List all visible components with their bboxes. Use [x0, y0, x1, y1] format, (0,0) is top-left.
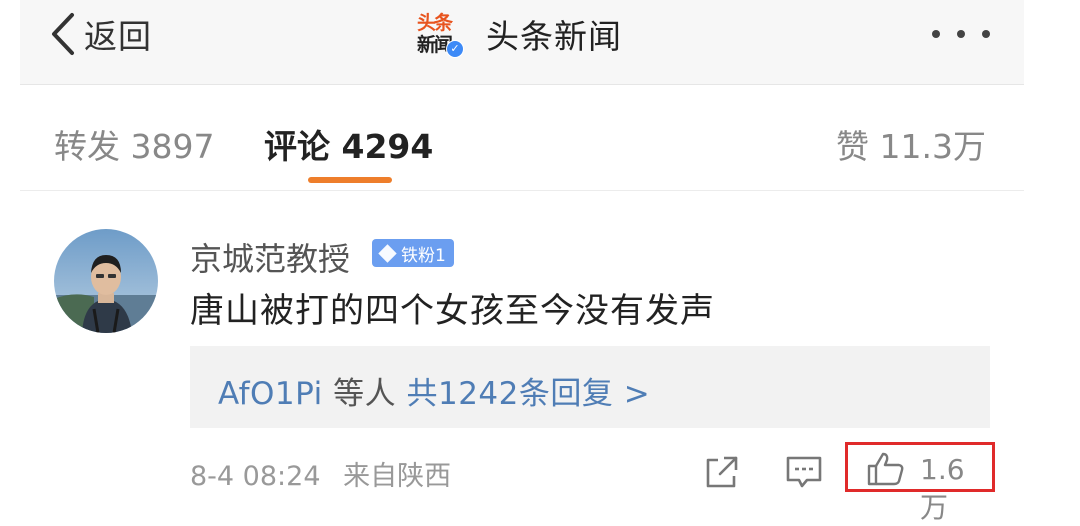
logo-line1: 头条 — [417, 12, 453, 34]
more-dots-icon — [982, 30, 990, 38]
tab-repost[interactable]: 转发 3897 — [54, 120, 214, 168]
comment-meta: 8-4 08:24 来自陕西 — [190, 454, 451, 493]
like-button[interactable]: 1.6万 — [845, 442, 995, 524]
comment-time: 8-4 08:24 — [190, 461, 321, 492]
fan-level-badge[interactable]: 铁粉1 — [372, 239, 454, 267]
fan-badge-label: 铁粉1 — [401, 245, 446, 266]
more-dots-icon — [957, 30, 965, 38]
comment-location: 来自陕西 — [343, 461, 452, 492]
back-button[interactable]: 返回 — [48, 10, 152, 58]
tab-bar: 转发 3897 评论 4294 赞 11.3万 — [20, 86, 1024, 191]
chevron-left-icon — [52, 13, 74, 55]
reply-users-suffix: 等人 — [333, 376, 397, 412]
tab-comments[interactable]: 评论 4294 — [264, 120, 433, 168]
page-title: 头条新闻 — [486, 17, 622, 56]
verified-badge-icon: ✓ — [446, 40, 464, 58]
thumbs-up-icon — [867, 452, 904, 486]
share-icon[interactable] — [704, 454, 740, 490]
comment-text: 唐山被打的四个女孩至今没有发声 — [190, 291, 715, 331]
replies-summary[interactable]: AfO1Pi 等人 共1242条回复 > — [190, 346, 990, 428]
more-options-button[interactable] — [932, 22, 990, 46]
tab-likes[interactable]: 赞 11.3万 — [836, 120, 986, 168]
comment-username[interactable]: 京城范教授 — [190, 234, 350, 280]
like-count: 1.6万 — [920, 453, 965, 524]
active-tab-indicator — [308, 177, 392, 183]
avatar[interactable] — [54, 229, 158, 333]
avatar-photo — [54, 229, 158, 333]
replies-summary-text: AfO1Pi 等人 共1242条回复 > — [218, 368, 650, 413]
back-label: 返回 — [84, 17, 152, 56]
reply-users[interactable]: AfO1Pi — [218, 376, 323, 412]
account-header[interactable]: 头条 新闻 ✓ 头条新闻 — [416, 6, 622, 62]
top-navbar: 返回 头条 新闻 ✓ 头条新闻 — [20, 0, 1024, 85]
diamond-icon — [378, 243, 397, 263]
comment-icon[interactable] — [785, 454, 823, 490]
brand-logo: 头条 新闻 ✓ — [416, 10, 464, 58]
reply-count-link[interactable]: 共1242条回复 > — [406, 376, 650, 412]
more-dots-icon — [932, 30, 940, 38]
